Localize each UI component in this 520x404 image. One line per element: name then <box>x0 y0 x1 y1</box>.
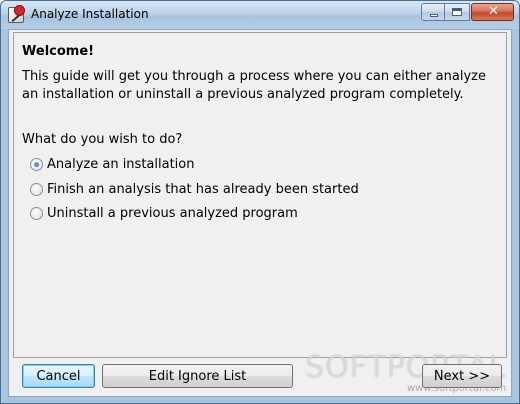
maximize-button[interactable] <box>445 3 470 21</box>
wizard-panel: Welcome! This guide will get you through… <box>13 32 507 358</box>
radio-analyze-installation[interactable] <box>30 157 43 171</box>
welcome-heading: Welcome! <box>22 44 95 59</box>
close-icon: ✕ <box>488 4 499 19</box>
radio-uninstall-program[interactable] <box>30 206 43 220</box>
minimize-button[interactable] <box>421 3 445 21</box>
minimize-icon <box>430 14 438 17</box>
title-bar[interactable]: Analyze Installation ✕ <box>1 1 519 29</box>
option-label: Analyze an installation <box>47 156 195 172</box>
question-label: What do you wish to do? <box>22 132 183 147</box>
analyze-installation-window: Analyze Installation ✕ Welcome! This gui… <box>0 0 520 404</box>
edit-ignore-list-button[interactable]: Edit Ignore List <box>102 364 293 388</box>
maximize-icon <box>452 8 462 16</box>
next-button[interactable]: Next >> <box>422 364 502 388</box>
option-uninstall-program[interactable]: Uninstall a previous analyzed program <box>30 204 298 222</box>
window-title: Analyze Installation <box>31 7 149 21</box>
option-finish-analysis[interactable]: Finish an analysis that has already been… <box>30 180 359 198</box>
dialog-body: Welcome! This guide will get you through… <box>8 29 512 397</box>
intro-text: This guide will get you through a proces… <box>22 69 486 102</box>
app-icon <box>8 5 25 23</box>
option-analyze-installation[interactable]: Analyze an installation <box>30 155 194 173</box>
close-button[interactable]: ✕ <box>471 3 514 21</box>
option-label: Finish an analysis that has already been… <box>47 181 359 197</box>
radio-finish-analysis[interactable] <box>30 182 43 196</box>
cancel-button[interactable]: Cancel <box>22 364 95 388</box>
option-label: Uninstall a previous analyzed program <box>47 205 298 221</box>
